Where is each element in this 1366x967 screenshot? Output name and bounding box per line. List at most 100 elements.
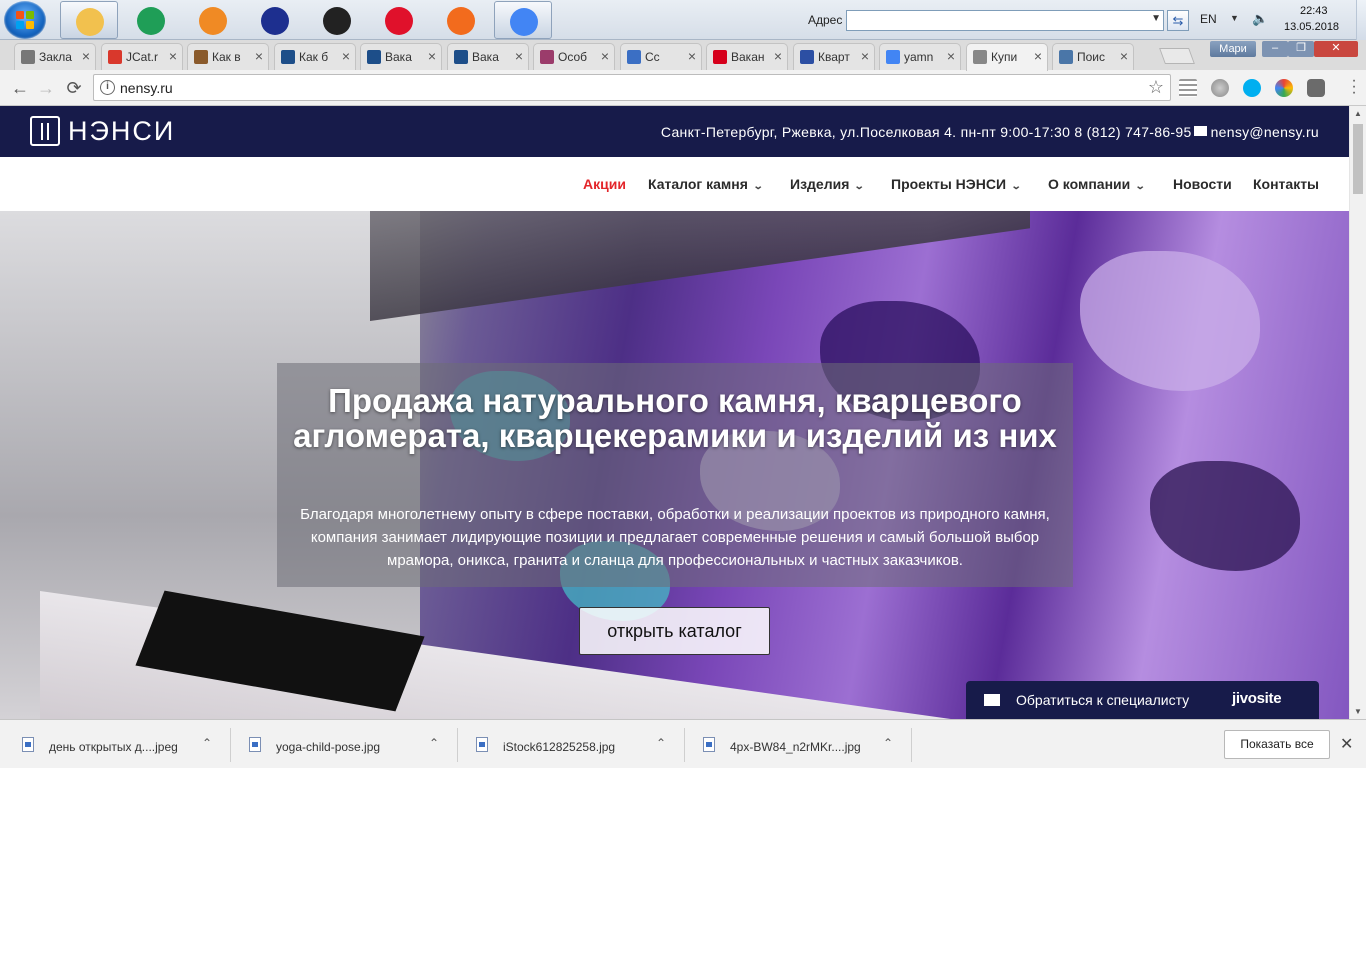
browser-menu-icon[interactable]: · · · xyxy=(1350,73,1358,101)
hh-icon xyxy=(713,50,727,64)
tab-title: Поис xyxy=(1077,50,1106,64)
nav-item[interactable]: Изделия ⌄ xyxy=(790,176,865,192)
url-bar[interactable]: i nensy.ru ☆ xyxy=(93,74,1171,101)
scroll-down-icon[interactable]: ▼ xyxy=(1354,707,1362,716)
chevron-up-icon[interactable]: ⌃ xyxy=(656,736,666,750)
close-tab-icon[interactable]: × xyxy=(688,48,696,64)
close-tab-icon[interactable]: × xyxy=(774,48,782,64)
back-button[interactable]: ← xyxy=(8,76,32,100)
download-item[interactable]: yoga-child-pose.jpg ⌃ xyxy=(249,720,449,769)
clock-time[interactable]: 22:43 xyxy=(1300,5,1328,17)
browser-tab[interactable]: Вакан × xyxy=(706,43,788,70)
taskbar-app-button[interactable] xyxy=(122,1,180,39)
taskbar-app-button[interactable] xyxy=(308,1,366,39)
bookmark-star-icon[interactable]: ☆ xyxy=(1148,77,1164,98)
browser-tab[interactable]: Вака × xyxy=(447,43,529,70)
taskbar-app-button[interactable] xyxy=(432,1,490,39)
new-tab-button[interactable] xyxy=(1159,48,1195,64)
close-tab-icon[interactable]: × xyxy=(1034,48,1042,64)
chevron-up-icon[interactable]: ⌃ xyxy=(202,736,212,750)
open-catalog-button[interactable]: открыть каталог xyxy=(579,607,770,655)
skype-extension-icon[interactable] xyxy=(1243,79,1261,97)
close-shelf-button[interactable]: ✕ xyxy=(1340,734,1353,754)
reader-extension-icon[interactable] xyxy=(1179,79,1197,97)
maximize-button[interactable]: ❐ xyxy=(1288,41,1314,57)
taskbar-app-button[interactable] xyxy=(60,1,118,39)
taskbar-app-button[interactable] xyxy=(494,1,552,39)
show-all-downloads-button[interactable]: Показать все xyxy=(1224,730,1330,759)
google-icon xyxy=(886,50,900,64)
minimize-button[interactable]: – xyxy=(1262,41,1288,57)
download-item[interactable]: iStock612825258.jpg ⌃ xyxy=(476,720,676,769)
taskbar-app-button[interactable] xyxy=(184,1,242,39)
browser-tab[interactable]: Закла × xyxy=(14,43,96,70)
browser-tab[interactable]: Сс × xyxy=(620,43,702,70)
scrollbar-thumb[interactable] xyxy=(1353,124,1363,194)
nav-item[interactable]: Каталог камня ⌄ xyxy=(648,176,764,192)
go-button[interactable]: ⇆ xyxy=(1167,10,1189,31)
browser-tab[interactable]: yamn × xyxy=(879,43,961,70)
forward-button[interactable]: → xyxy=(34,76,58,100)
color-extension-icon[interactable] xyxy=(1275,79,1293,97)
url-text[interactable]: nensy.ru xyxy=(120,80,173,96)
start-button[interactable] xyxy=(4,1,46,39)
chevron-up-icon[interactable]: ⌃ xyxy=(429,736,439,750)
page-scrollbar[interactable]: ▲ ▼ xyxy=(1349,106,1366,719)
reload-button[interactable]: ⟳ xyxy=(62,76,86,100)
close-tab-icon[interactable]: × xyxy=(861,48,869,64)
nav-item[interactable]: Проекты НЭНСИ ⌄ xyxy=(891,176,1022,192)
download-filename: 4px-BW84_n2rMKr....jpg xyxy=(730,740,861,754)
language-indicator[interactable]: EN xyxy=(1200,12,1217,26)
chevron-up-icon[interactable]: ⌃ xyxy=(883,736,893,750)
flag-icon xyxy=(800,50,814,64)
close-tab-icon[interactable]: × xyxy=(169,48,177,64)
globe-extension-icon[interactable] xyxy=(1211,79,1229,97)
taskbar-address-input[interactable]: ▼ xyxy=(846,10,1164,31)
browser-tab[interactable]: Особ × xyxy=(533,43,615,70)
tab-title: Кварт xyxy=(818,50,850,64)
nav-item[interactable]: О компании ⌄ xyxy=(1048,176,1146,192)
nav-item[interactable]: Новости xyxy=(1173,176,1232,192)
browser-tab[interactable]: Как б × xyxy=(274,43,356,70)
close-tab-icon[interactable]: × xyxy=(428,48,436,64)
nav-item[interactable]: Акции xyxy=(583,176,626,192)
shield-extension-icon[interactable] xyxy=(1307,79,1325,97)
chat-widget[interactable]: Обратиться к специалисту jivosite xyxy=(966,681,1319,719)
taskbar-app-button[interactable] xyxy=(246,1,304,39)
volume-icon[interactable]: 🔈 xyxy=(1252,11,1268,27)
close-tab-icon[interactable]: × xyxy=(1120,48,1128,64)
chevron-down-icon[interactable]: ▼ xyxy=(1230,13,1239,23)
download-item[interactable]: день открытых д....jpeg ⌃ xyxy=(22,720,222,769)
close-tab-icon[interactable]: × xyxy=(255,48,263,64)
browser-tab[interactable]: Поис × xyxy=(1052,43,1134,70)
browser-tab[interactable]: Вака × xyxy=(360,43,442,70)
tab-title: Вакан xyxy=(731,50,765,64)
browser-tab[interactable]: JCat.r × xyxy=(101,43,183,70)
profile-button[interactable]: Мари xyxy=(1210,41,1256,57)
clock-date[interactable]: 13.05.2018 xyxy=(1284,21,1339,33)
browser-tab[interactable]: Как в × xyxy=(187,43,269,70)
close-tab-icon[interactable]: × xyxy=(515,48,523,64)
download-separator xyxy=(230,728,231,762)
close-tab-icon[interactable]: × xyxy=(82,48,90,64)
close-window-button[interactable]: ✕ xyxy=(1314,41,1358,57)
browser-tab[interactable]: Купи × xyxy=(966,43,1048,71)
email-link[interactable]: nensy@nensy.ru xyxy=(1211,124,1319,140)
download-item[interactable]: 4px-BW84_n2rMKr....jpg ⌃ xyxy=(703,720,903,769)
info-icon[interactable]: i xyxy=(100,80,115,95)
close-tab-icon[interactable]: × xyxy=(601,48,609,64)
nav-item[interactable]: Контакты xyxy=(1253,176,1319,192)
nav-item-label: Проекты НЭНСИ xyxy=(891,176,1007,192)
show-desktop-button[interactable] xyxy=(1356,0,1366,40)
taskbar-app-button[interactable] xyxy=(370,1,428,39)
chat-widget-label[interactable]: Обратиться к специалисту xyxy=(1016,692,1189,708)
browser-tab[interactable]: Кварт × xyxy=(793,43,875,70)
scroll-up-icon[interactable]: ▲ xyxy=(1354,109,1362,118)
close-tab-icon[interactable]: × xyxy=(947,48,955,64)
tab-title: yamn xyxy=(904,50,934,64)
page-icon xyxy=(973,50,987,64)
close-tab-icon[interactable]: × xyxy=(342,48,350,64)
phone-link[interactable]: 8 (812) 747-86-95 xyxy=(1074,124,1191,140)
tab-title: Купи xyxy=(991,50,1018,64)
chevron-down-icon[interactable]: ▼ xyxy=(1151,13,1161,24)
